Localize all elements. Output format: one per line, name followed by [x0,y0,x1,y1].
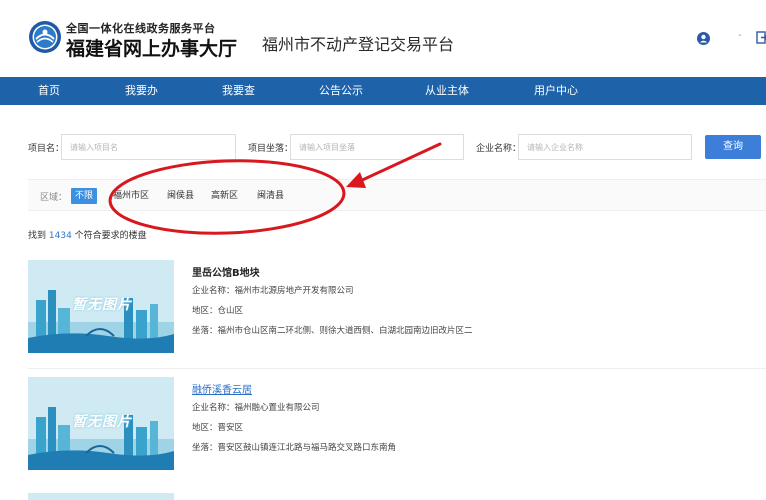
government-emblem-icon [29,21,61,53]
nav-item-home[interactable]: 首页 [38,77,60,105]
company-name-label: 企业名称： [476,144,522,154]
user-icon[interactable] [697,32,710,45]
region-label: 区域： [40,193,68,203]
nav-item-user-center[interactable]: 用户中心 [534,77,578,105]
project-name-label: 项目名： [28,144,65,154]
listing-title[interactable]: 融侨溪香云居 [192,381,252,396]
result-count-prefix: 找到 [28,231,47,241]
no-image-text: 暂无图片 [72,297,132,313]
nav-item-query[interactable]: 我要查 [222,77,255,105]
listing-title[interactable]: 里岳公馆B地块 [192,264,260,279]
listing-item[interactable]: 暂无图片 里岳公馆B地块 企业名称：福州市北源房地产开发有限公司 地区：仓山区 … [28,260,766,360]
region-option-fuzhou-city[interactable]: 福州市区 [109,188,153,204]
nav-item-announcements[interactable]: 公告公示 [319,77,363,105]
query-button[interactable]: 查询 [705,135,761,159]
result-count-suffix: 个符合要求的楼盘 [74,231,147,241]
project-name-input[interactable] [61,134,236,160]
listing-divider [28,368,766,369]
header-separator: - [738,30,742,41]
page-title: 福州市不动产登记交易平台 [262,35,455,54]
region-option-minhou[interactable]: 闽侯县 [163,188,198,204]
region-option-minqing[interactable]: 闽清县 [253,188,288,204]
result-count: 找到 1434 个符合要求的楼盘 [28,228,147,241]
portal-logo-text[interactable]: 福建省网上办事大厅 [66,34,237,61]
region-filter: 区域： 不限 福州市区 闽侯县 高新区 闽清县 [28,179,766,211]
listing-thumbnail[interactable]: 暂无图片 [28,377,174,470]
result-count-number: 1434 [48,231,72,241]
company-name-input[interactable] [518,134,692,160]
project-location-label: 项目坐落： [248,144,294,154]
logout-icon[interactable] [756,31,766,44]
listing-address: 坐落：晋安区鼓山镇连江北路与福马路交叉路口东南角 [192,443,397,453]
region-option-all[interactable]: 不限 [71,188,98,204]
listing-company: 企业名称：福州融心置业有限公司 [192,403,320,413]
region-option-gaoxin[interactable]: 高新区 [207,188,242,204]
listing-company: 企业名称：福州市北源房地产开发有限公司 [192,286,354,296]
main-nav: 首页 我要办 我要查 公告公示 从业主体 用户中心 [0,77,766,105]
search-form: 项目名： 项目坐落： 企业名称： 查询 [0,134,766,160]
listing-thumbnail-partial [28,493,174,500]
listing-district: 地区：晋安区 [192,423,244,433]
site-header: 全国一体化在线政务服务平台 福建省网上办事大厅 福州市不动产登记交易平台 - [0,0,766,77]
listing-district: 地区：仓山区 [192,306,244,316]
nav-item-practitioners[interactable]: 从业主体 [425,77,469,105]
nav-item-handle[interactable]: 我要办 [125,77,158,105]
listing-item[interactable]: 暂无图片 融侨溪香云居 企业名称：福州融心置业有限公司 地区：晋安区 坐落：晋安… [28,377,766,477]
no-image-text: 暂无图片 [72,414,132,430]
project-location-input[interactable] [290,134,464,160]
listing-address: 坐落：福州市仓山区南二环北侧、则徐大道西侧、白湖北园南边旧改片区二 [192,326,473,336]
listing-thumbnail[interactable]: 暂无图片 [28,260,174,353]
